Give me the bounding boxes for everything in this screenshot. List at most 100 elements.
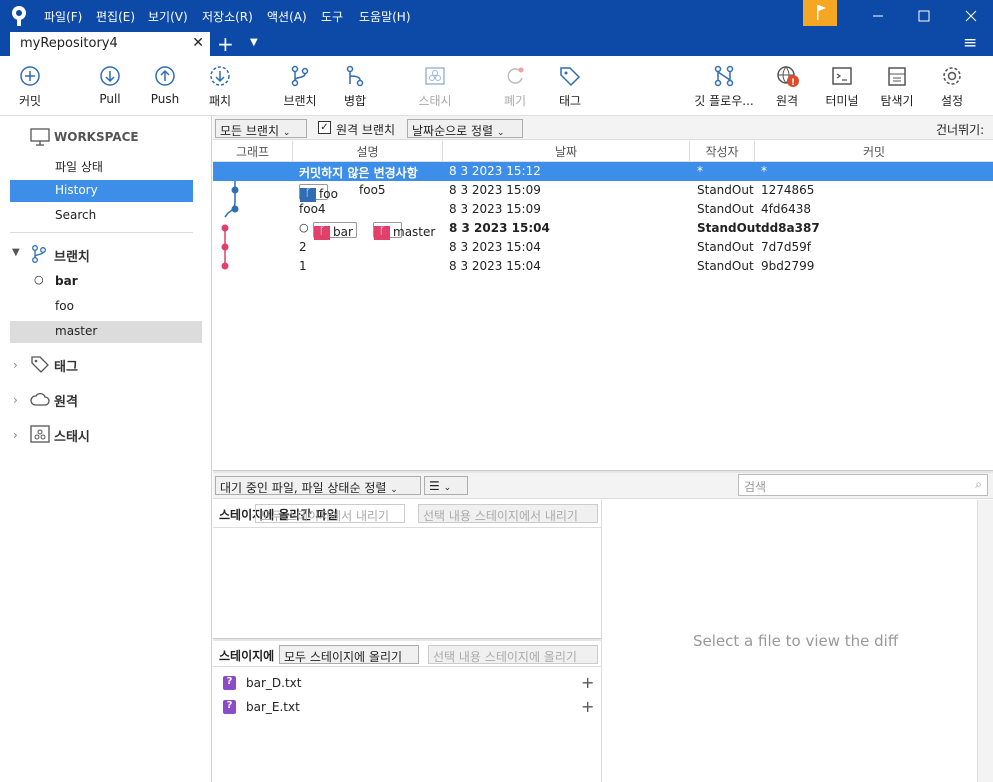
menu-tools[interactable]: 도구 [321,8,343,25]
push-button[interactable]: Push [149,64,181,106]
column-header-description[interactable]: 설명 [293,141,443,161]
terminal-label: 터미널 [825,94,859,108]
commit-hash: 1274865 [761,183,815,197]
discard-button[interactable]: 폐기 [500,64,530,109]
remote-branches-label: 원격 브랜치 [336,123,396,137]
gitflow-icon [714,65,734,87]
history-panel: 모든 브랜치 ⌄ ✓ 원격 브랜치 날짜순으로 정렬 ⌄ 건너뛰기: 그래프 설… [213,116,993,782]
fetch-icon [210,66,230,86]
menu-actions[interactable]: 액션(A) [267,8,307,25]
skip-label: 건너뛰기: [936,123,985,137]
menu-edit[interactable]: 편집(E) [96,8,135,25]
tab-dropdown-icon[interactable]: ▼ [250,37,258,48]
column-header-date[interactable]: 날짜 [443,141,690,161]
menu-view[interactable]: 보기(V) [148,8,188,25]
stage-selected-button[interactable]: 선택 내용 스테이지에 올리기 [428,645,598,664]
chevron-right-icon[interactable]: › [13,393,18,407]
pending-sort-dropdown[interactable]: 대기 중인 파일, 파일 상태순 정렬 ⌄ [215,476,421,495]
workspace-heading: WORKSPACE [54,130,139,144]
remote-branches-checkbox[interactable]: ✓ [318,121,331,134]
remotes-section-label[interactable]: 원격 [54,391,78,410]
sidebar-item-branch-foo[interactable]: foo [10,296,193,318]
commit-row[interactable]: 1 8 3 2023 15:04 StandOut 9bd2799 [213,257,993,276]
terminal-button[interactable]: 터미널 [822,64,862,109]
stage-file-plus-icon[interactable]: + [581,697,594,716]
stash-label: 스태시 [418,94,452,108]
tag-button[interactable]: 태그 [555,64,585,109]
stage-all-label: 모두 스테이지에 올리기 [284,650,403,664]
diff-scrollbar[interactable] [977,500,993,782]
file-row[interactable]: ? bar_E.txt + [213,697,602,719]
explorer-button[interactable]: 탐색기 [876,64,918,109]
commit-author: StandOut [697,221,762,235]
tags-section-label[interactable]: 태그 [54,356,78,375]
commit-hash: 4fd6438 [761,202,812,216]
new-tab-icon[interactable]: + [217,32,234,56]
stage-all-button[interactable]: 모두 스테이지에 올리기 [279,645,419,664]
branches-section-label[interactable]: 브랜치 [54,246,90,265]
commit-row[interactable]: ᚴ foo foo5 8 3 2023 15:09 StandOut 127486… [213,181,993,202]
stash-section-label[interactable]: 스태시 [54,426,90,445]
commit-row[interactable]: 2 8 3 2023 15:04 StandOut 7d7d59f [213,238,993,257]
tag-label: 태그 [558,94,582,108]
gitflow-button[interactable]: 깃 플로우... [690,64,758,109]
view-mode-dropdown[interactable]: ☰ ⌄ [424,476,468,495]
branch-filter-dropdown[interactable]: 모든 브랜치 ⌄ [215,119,307,138]
fetch-button[interactable]: 패치 [204,64,236,109]
sidebar-item-branch-master[interactable]: master [10,321,202,343]
hamburger-menu-icon[interactable]: ≡ [963,33,977,53]
column-header-commit[interactable]: 커밋 [755,141,993,161]
chevron-right-icon[interactable]: › [13,358,18,372]
branch-button[interactable]: 브랜치 [280,64,320,109]
commit-row[interactable]: ○ ᚴ bar ᚴ master 8 3 2023 15:04 StandOut d… [213,219,993,240]
column-header-graph[interactable]: 그래프 [213,141,293,161]
explorer-icon [888,67,906,86]
app-logo-icon [10,5,28,27]
unstage-selected-button[interactable]: 선택 내용 스테이지에서 내리기 [418,504,598,523]
staged-header: 스테이지에 올라간 파일 모두 스테이지에서 내리기 선택 내용 스테이지에서 … [213,500,602,528]
commit-row[interactable]: foo4 8 3 2023 15:09 StandOut 4fd6438 [213,200,993,219]
pull-button[interactable]: Pull [94,64,126,106]
close-tab-icon[interactable]: ✕ [192,35,204,51]
stage-file-plus-icon[interactable]: + [581,673,594,692]
flag-button[interactable] [803,0,837,26]
minimize-button[interactable] [868,6,888,26]
branch-badge-label: foo [319,187,338,201]
chevron-down-icon[interactable]: ▼ [12,247,20,258]
remote-button[interactable]: ! 원격 [772,64,802,109]
commit-row[interactable]: 커밋하지 않은 변경사항 8 3 2023 15:12 * * [213,162,993,181]
column-header-author[interactable]: 작성자 [690,141,755,161]
commit-date: 8 3 2023 15:04 [449,240,541,254]
maximize-button[interactable] [914,6,934,26]
chevron-right-icon[interactable]: › [13,428,18,442]
commit-hash: * [761,164,767,178]
sidebar-item-history[interactable]: History [10,180,193,202]
untracked-file-icon: ? [223,676,236,690]
sort-order-dropdown[interactable]: 날짜순으로 정렬 ⌄ [407,119,523,138]
pull-icon [100,66,120,86]
settings-button[interactable]: 설정 [936,64,968,109]
commit-button[interactable]: 커밋 [14,64,46,109]
file-row[interactable]: ? bar_D.txt + [213,673,602,695]
chevron-down-icon: ⌄ [443,483,452,493]
menu-file[interactable]: 파일(F) [44,8,82,25]
stash-icon [30,425,50,443]
search-input[interactable]: 검색 ⌕ [738,474,988,496]
merge-label: 병합 [343,94,367,108]
remote-label: 원격 [775,94,799,108]
sidebar-item-label: History [55,183,98,197]
explorer-label: 탐색기 [880,94,914,108]
menu-repository[interactable]: 저장소(R) [202,8,253,25]
sidebar-item-search[interactable]: Search [10,205,193,227]
unstage-all-button[interactable]: 모두 스테이지에서 내리기 [255,504,405,523]
menu-help[interactable]: 도움말(H) [359,8,411,25]
repository-tab[interactable]: myRepository4 ✕ [10,32,210,56]
close-button[interactable] [961,6,981,26]
merge-button[interactable]: 병합 [340,64,370,109]
stash-button[interactable]: 스태시 [414,64,456,109]
sidebar-item-branch-bar[interactable]: ○ bar [10,271,193,293]
chevron-down-icon: ⌄ [282,128,291,138]
sidebar-item-file-status[interactable]: 파일 상태 [10,155,193,177]
current-branch-icon: ○ [34,273,44,286]
branch-label: 브랜치 [283,94,317,108]
